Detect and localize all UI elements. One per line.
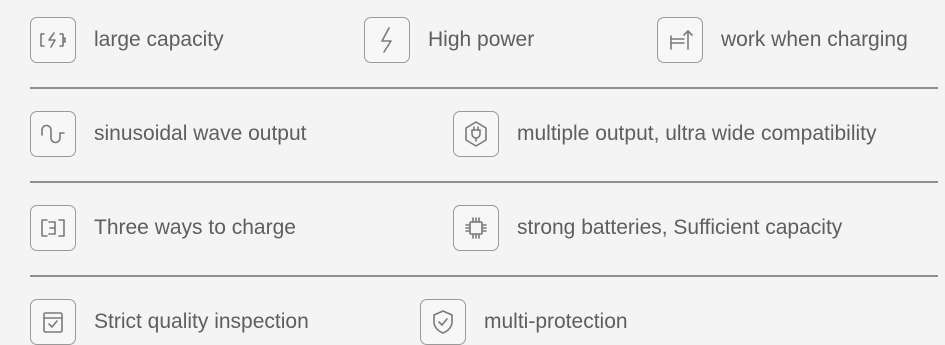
shield-check-icon — [420, 299, 466, 345]
feature-label: High power — [428, 28, 535, 51]
feature-label: multiple output, ultra wide compatibilit… — [517, 122, 877, 145]
lightning-icon — [364, 17, 410, 63]
feature-label: Strict quality inspection — [94, 310, 309, 333]
checklist-icon — [30, 299, 76, 345]
feature-label: large capacity — [94, 28, 224, 51]
chip-icon — [453, 205, 499, 251]
feature-work-when-charging: work when charging — [657, 17, 908, 63]
divider — [30, 87, 938, 89]
sine-wave-icon — [30, 111, 76, 157]
feature-three-ways: Three ways to charge — [30, 205, 296, 251]
feature-label: Three ways to charge — [94, 216, 296, 239]
feature-label: multi-protection — [484, 310, 628, 333]
feature-high-power: High power — [364, 17, 534, 63]
arrows-swap-icon — [657, 17, 703, 63]
feature-label: work when charging — [721, 28, 908, 51]
feature-quality-inspection: Strict quality inspection — [30, 299, 309, 345]
feature-label: strong batteries, Sufficient capacity — [517, 216, 843, 239]
feature-multiple-output: multiple output, ultra wide compatibilit… — [453, 111, 877, 157]
divider — [30, 275, 938, 277]
divider — [30, 181, 938, 183]
battery-charge-icon — [30, 17, 76, 63]
feature-grid: large capacity High power work when char… — [0, 0, 945, 345]
hexagon-plug-icon — [453, 111, 499, 157]
feature-sinusoidal-wave: sinusoidal wave output — [30, 111, 306, 157]
feature-label: sinusoidal wave output — [94, 122, 307, 145]
three-ways-icon — [30, 205, 76, 251]
feature-strong-batteries: strong batteries, Sufficient capacity — [453, 205, 842, 251]
feature-multi-protection: multi-protection — [420, 299, 628, 345]
feature-large-capacity: large capacity — [30, 17, 224, 63]
